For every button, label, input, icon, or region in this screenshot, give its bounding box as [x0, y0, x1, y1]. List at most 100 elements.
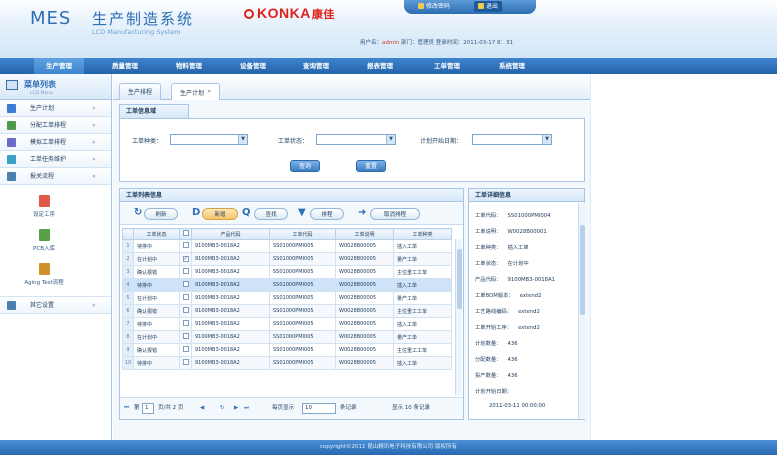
next-page-icon[interactable]: ▶ — [234, 403, 238, 414]
nav-item-production[interactable]: 生产管理 — [34, 58, 84, 74]
row-number: 3 — [122, 265, 134, 279]
per-page-unit: 条记录 — [340, 405, 357, 411]
checkbox[interactable] — [182, 242, 189, 248]
sidebar-item-other-settings[interactable]: 其它设置 » — [0, 297, 111, 314]
tab-production-schedule[interactable]: 生产排程 — [119, 83, 162, 100]
column-header[interactable]: 工单说明 — [335, 228, 394, 240]
sidebar-item-assign-schedule[interactable]: 分配工单排程 » — [0, 117, 111, 134]
detail-row: 工单种类： 插入工单 — [475, 243, 529, 251]
plan-start-date-field[interactable]: ▼ — [472, 134, 552, 145]
prev-page-icon[interactable]: ◀ — [200, 403, 204, 414]
cell-desc: W0028B00005 — [335, 252, 394, 266]
checkbox[interactable] — [182, 346, 189, 352]
row-number: 5 — [122, 291, 134, 305]
table-row[interactable]: 10 待排中 9100MB3-0018A2 SS01000PMI005 W002… — [122, 356, 452, 370]
change-password-button[interactable]: 修改密码 — [414, 1, 454, 12]
table-row[interactable]: 1 待排中 9100MB3-0018A2 SS01000PMI005 W0028… — [122, 239, 452, 253]
refresh-button[interactable]: 刷新 — [144, 208, 178, 220]
nav-item-system[interactable]: 系统管理 — [499, 58, 525, 74]
sidebar-item-production-plan[interactable]: 生产计划 » — [0, 100, 111, 117]
submenu-item-pcb-stock[interactable]: PCB入库 — [4, 229, 84, 252]
blank-area — [590, 74, 777, 440]
per-page-select[interactable]: 10 — [302, 403, 336, 414]
detail-row: 投产数量： 436 — [475, 371, 518, 379]
checkbox[interactable] — [182, 281, 189, 287]
calendar-icon: ▼ — [542, 135, 551, 144]
refresh-page-icon[interactable]: ↻ — [220, 403, 225, 414]
scrollbar-thumb[interactable] — [580, 225, 585, 315]
column-header[interactable]: 工单种类 — [393, 228, 452, 240]
table-row[interactable]: 6 确认报错 9100MB3-0018A2 SS01000PMI005 W002… — [122, 304, 452, 318]
checkbox-checked[interactable]: ✓ — [182, 256, 189, 262]
checkbox[interactable] — [182, 333, 189, 339]
cancel-schedule-button[interactable]: 取消排程 — [370, 208, 420, 220]
nav-item-query[interactable]: 查询管理 — [303, 58, 329, 74]
row-checkbox-cell[interactable] — [179, 239, 192, 253]
nav-item-report[interactable]: 报表管理 — [367, 58, 393, 74]
detail-scrollbar[interactable] — [578, 203, 585, 419]
add-button[interactable]: 新增 — [202, 208, 238, 220]
checkbox[interactable] — [182, 320, 189, 326]
cell-status: 在计划中 — [133, 291, 180, 305]
exit-button[interactable]: 退出 — [474, 1, 503, 12]
nav-item-equipment[interactable]: 设备管理 — [240, 58, 266, 74]
submenu-item-set-process[interactable]: 设定工序 — [4, 195, 84, 218]
row-checkbox-cell[interactable] — [179, 343, 192, 357]
last-page-icon[interactable]: ⏭ — [244, 403, 249, 414]
table-scrollbar[interactable] — [455, 239, 462, 395]
row-checkbox-cell[interactable] — [179, 317, 192, 331]
row-checkbox-cell[interactable] — [179, 330, 192, 344]
brand-name-cn: 康佳 — [311, 9, 335, 21]
checkbox[interactable] — [182, 230, 189, 236]
plan-start-label: 计划开始日期： — [420, 138, 463, 145]
row-checkbox-cell[interactable] — [179, 265, 192, 279]
schedule-button[interactable]: 排程 — [310, 208, 344, 220]
nav-item-material[interactable]: 物料管理 — [176, 58, 202, 74]
reset-button[interactable]: 重置 — [356, 160, 386, 172]
select-all-header[interactable] — [179, 228, 192, 240]
table-row[interactable]: 3 确认报错 9100MB3-0018A2 SS01000PMI005 W002… — [122, 265, 452, 279]
row-checkbox-cell[interactable]: ✓ — [179, 252, 192, 266]
row-number: 2 — [122, 252, 134, 266]
sidebar-item-simulate-schedule[interactable]: 模拟工单排程 » — [0, 134, 111, 151]
page-input[interactable]: 1 — [142, 403, 154, 414]
column-header[interactable]: 工单代码 — [269, 228, 336, 240]
cell-code: SS01000PMI005 — [269, 252, 336, 266]
submenu-item-aging-test[interactable]: Aging Test流程 — [4, 263, 84, 286]
table-row[interactable]: 9 确认报错 9100MB3-0018A2 SS01000PMI005 W002… — [122, 343, 452, 357]
tab-production-plan[interactable]: 生产计划 ✕ — [171, 83, 221, 100]
row-checkbox-cell[interactable] — [179, 304, 192, 318]
sidebar-item-customs-flow[interactable]: 报关流程 « — [0, 168, 111, 185]
cell-status: 在计划中 — [133, 330, 180, 344]
sidebar-item-label: 报关流程 — [30, 173, 55, 180]
cell-status: 待排中 — [133, 317, 180, 331]
order-type-select[interactable]: ▼ — [170, 134, 248, 145]
scrollbar-thumb[interactable] — [457, 249, 462, 309]
order-status-select[interactable]: ▼ — [316, 134, 396, 145]
sidebar-item-task-maintenance[interactable]: 工单任务维护 » — [0, 151, 111, 168]
checkbox[interactable] — [182, 268, 189, 274]
column-header[interactable]: 工单状态 — [133, 228, 180, 240]
checkbox[interactable] — [182, 294, 189, 300]
table-row[interactable]: 2 在计划中 ✓ 9100MB3-0018A2 SS01000PMI005 W0… — [122, 252, 452, 266]
sidebar-item-label: 分配工单排程 — [30, 122, 67, 129]
table-row[interactable]: 7 待排中 9100MB3-0018A2 SS01000PMI005 W0028… — [122, 317, 452, 331]
first-page-icon[interactable]: ⏮ — [124, 403, 129, 414]
sidebar-item-label: 模拟工单排程 — [30, 139, 67, 146]
table-row-selected[interactable]: 4 待排中 9100MB3-0018A2 SS01000PMI005 W0028… — [122, 278, 452, 292]
find-button[interactable]: 查找 — [254, 208, 288, 220]
checkbox[interactable] — [182, 307, 189, 313]
column-header[interactable]: 产品代码 — [191, 228, 270, 240]
close-icon[interactable]: ✕ — [207, 89, 211, 95]
nav-item-quality[interactable]: 质量管理 — [112, 58, 138, 74]
exit-label: 退出 — [486, 3, 499, 10]
checkbox[interactable] — [182, 359, 189, 365]
nav-item-workorder[interactable]: 工单管理 — [434, 58, 460, 74]
search-button[interactable]: 查询 — [290, 160, 320, 172]
table-row[interactable]: 8 在计划中 9100MB3-0018A2 SS01000PMI005 W002… — [122, 330, 452, 344]
row-checkbox-cell[interactable] — [179, 356, 192, 370]
row-checkbox-cell[interactable] — [179, 291, 192, 305]
table-row[interactable]: 5 在计划中 9100MB3-0018A2 SS01000PMI005 W002… — [122, 291, 452, 305]
row-checkbox-cell[interactable] — [179, 278, 192, 292]
detail-row: 2011-03-11 00:00:00 — [489, 403, 545, 409]
